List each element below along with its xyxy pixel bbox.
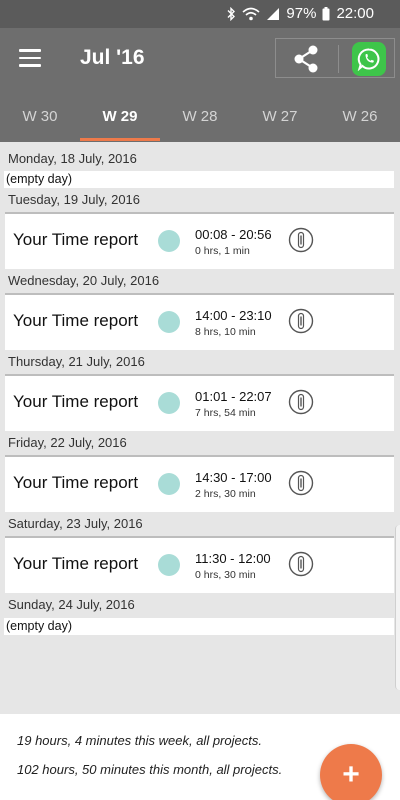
entry-time-range: 00:08 - 20:56 — [195, 227, 272, 242]
entry-duration: 0 hrs, 1 min — [195, 245, 250, 257]
whatsapp-icon[interactable] — [352, 42, 386, 76]
project-color-dot — [158, 473, 180, 495]
add-entry-button[interactable]: + — [320, 744, 382, 800]
info-icon[interactable] — [288, 227, 314, 253]
info-icon[interactable] — [288, 389, 314, 415]
battery-percent: 97% — [286, 5, 317, 22]
whatsapp-glyph — [357, 48, 380, 71]
week-tabs: W 30 W 29 W 28 W 27 W 26 — [0, 90, 400, 142]
month-summary: 102 hours, 50 minutes this month, all pr… — [17, 762, 283, 777]
entry-duration: 0 hrs, 30 min — [195, 569, 256, 581]
page-title: Jul '16 — [80, 46, 145, 69]
tab-w26[interactable]: W 26 — [320, 108, 400, 125]
status-icons: 97% 22:00 — [226, 5, 374, 22]
day-header: Monday, 18 July, 2016 — [8, 151, 137, 166]
app-bar: Jul '16 — [0, 28, 400, 90]
day-header: Friday, 22 July, 2016 — [8, 435, 127, 450]
entry-time-range: 01:01 - 22:07 — [195, 389, 272, 404]
time-report-card[interactable]: Your Time report 14:00 - 23:10 8 hrs, 10… — [5, 293, 394, 350]
time-report-card[interactable]: Your Time report 14:30 - 17:00 2 hrs, 30… — [5, 455, 394, 512]
tab-w27[interactable]: W 27 — [240, 108, 320, 125]
action-group — [275, 38, 395, 78]
wifi-icon — [242, 7, 260, 20]
entry-duration: 8 hrs, 10 min — [195, 326, 256, 338]
entry-duration: 7 hrs, 54 min — [195, 407, 256, 419]
signal-icon — [267, 7, 280, 20]
info-icon[interactable] — [288, 470, 314, 496]
divider — [338, 45, 339, 73]
bluetooth-icon — [227, 6, 236, 21]
empty-day: (empty day) — [4, 618, 394, 635]
project-color-dot — [158, 392, 180, 414]
entry-time-range: 14:00 - 23:10 — [195, 308, 272, 323]
time-report-card[interactable]: Your Time report 11:30 - 12:00 0 hrs, 30… — [5, 536, 394, 593]
entry-title: Your Time report — [13, 230, 139, 249]
scroll-edge-handle[interactable] — [395, 525, 400, 690]
time-report-card[interactable]: Your Time report 00:08 - 20:56 0 hrs, 1 … — [5, 212, 394, 269]
share-icon[interactable] — [290, 43, 322, 75]
day-header: Sunday, 24 July, 2016 — [8, 597, 135, 612]
time-report-card[interactable]: Your Time report 01:01 - 22:07 7 hrs, 54… — [5, 374, 394, 431]
battery-icon — [322, 6, 330, 20]
tab-w30[interactable]: W 30 — [0, 108, 80, 125]
tab-w28[interactable]: W 28 — [160, 108, 240, 125]
info-icon[interactable] — [288, 551, 314, 577]
project-color-dot — [158, 230, 180, 252]
day-header: Thursday, 21 July, 2016 — [8, 354, 145, 369]
project-color-dot — [158, 554, 180, 576]
week-summary: 19 hours, 4 minutes this week, all proje… — [17, 733, 262, 748]
tab-w29[interactable]: W 29 — [80, 108, 160, 125]
day-header: Wednesday, 20 July, 2016 — [8, 273, 160, 288]
status-bar: 97% 22:00 — [0, 0, 400, 28]
entry-title: Your Time report — [13, 311, 139, 330]
tab-indicator — [80, 138, 160, 141]
project-color-dot — [158, 311, 180, 333]
empty-day: (empty day) — [4, 171, 394, 188]
menu-icon[interactable] — [19, 49, 41, 67]
entry-time-range: 14:30 - 17:00 — [195, 470, 272, 485]
day-header: Tuesday, 19 July, 2016 — [8, 192, 141, 207]
entry-title: Your Time report — [13, 554, 139, 573]
entry-duration: 2 hrs, 30 min — [195, 488, 256, 500]
entry-time-range: 11:30 - 12:00 — [195, 551, 271, 566]
info-icon[interactable] — [288, 308, 314, 334]
day-header: Saturday, 23 July, 2016 — [8, 516, 143, 531]
entry-title: Your Time report — [13, 473, 139, 492]
clock: 22:00 — [336, 5, 374, 22]
entry-title: Your Time report — [13, 392, 139, 411]
